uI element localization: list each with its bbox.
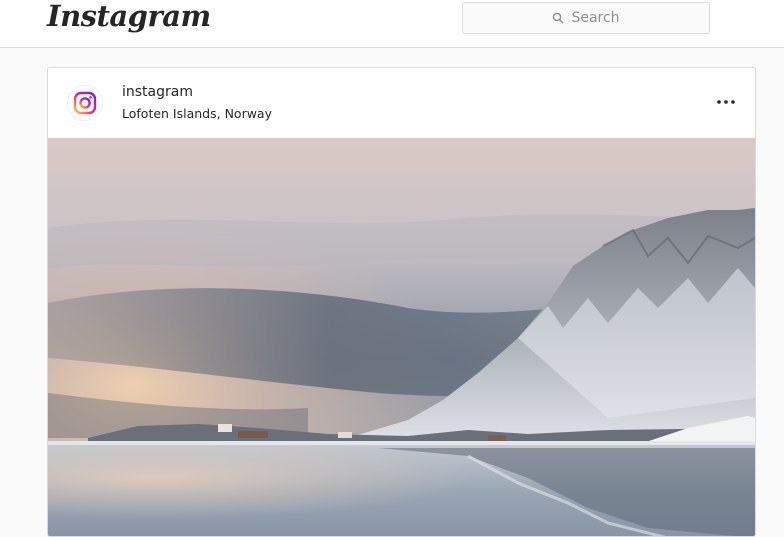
post-header: instagram Lofoten Islands, Norway — [48, 68, 755, 138]
instagram-logo[interactable]: Instagram — [47, 0, 211, 33]
search-icon — [553, 12, 564, 24]
feed-post: instagram Lofoten Islands, Norway — [47, 67, 756, 537]
profile-avatar[interactable] — [67, 85, 103, 121]
post-location[interactable]: Lofoten Islands, Norway — [122, 106, 272, 121]
more-options-button[interactable] — [715, 94, 737, 110]
top-navigation-bar: Instagram Search — [0, 0, 784, 48]
search-box[interactable]: Search — [462, 2, 710, 34]
post-username[interactable]: instagram — [122, 84, 193, 100]
more-options-icon — [717, 100, 735, 104]
search-placeholder: Search — [571, 10, 620, 26]
post-photo[interactable] — [48, 138, 755, 537]
instagram-logo-icon — [73, 91, 97, 115]
